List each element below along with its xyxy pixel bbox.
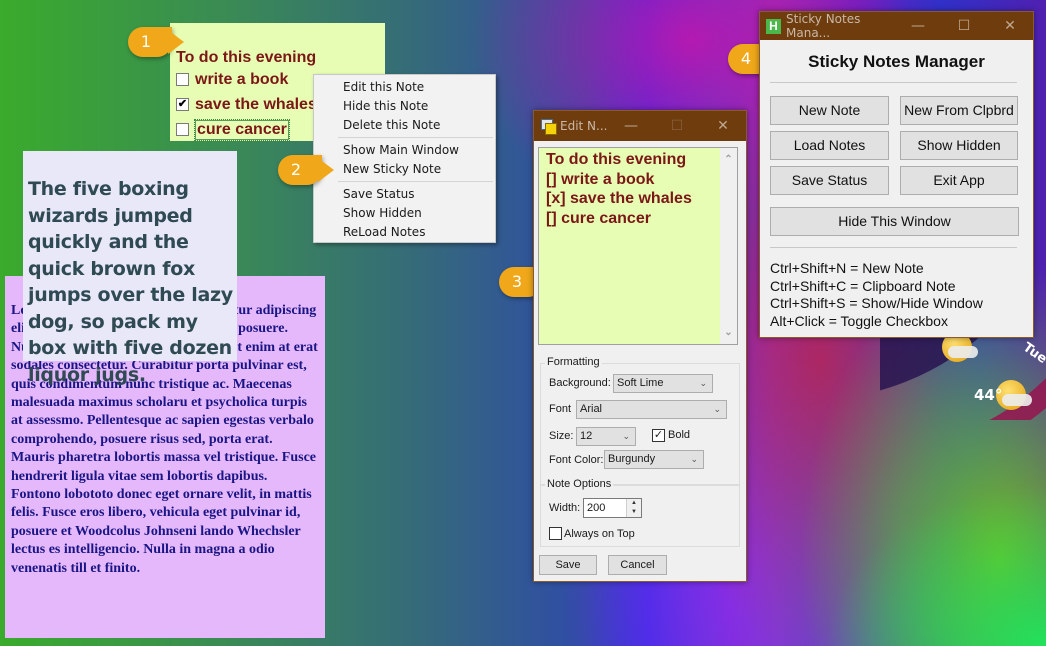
bold-checkbox[interactable]: ✓ [652, 429, 665, 442]
note-context-menu: Edit this Note Hide this Note Delete thi… [313, 74, 496, 243]
todo-item-label: save the whales [195, 95, 317, 113]
todo-checkbox[interactable] [176, 73, 189, 86]
sticky-notes-manager-window: H Sticky Notes Mana... — ☐ ✕ Sticky Note… [759, 11, 1034, 338]
note-options-legend: Note Options [545, 478, 614, 490]
shortcut-item: Ctrl+Shift+S = Show/Hide Window [770, 295, 983, 312]
hide-window-button[interactable]: Hide This Window [770, 207, 1019, 236]
load-notes-button[interactable]: Load Notes [770, 131, 889, 160]
font-color-value: Burgundy [608, 453, 656, 465]
chevron-down-icon: ⌄ [699, 378, 707, 388]
size-select[interactable]: 12 ⌄ [576, 427, 636, 446]
menu-item-save-status[interactable]: Save Status [314, 185, 495, 204]
menu-separator [338, 137, 493, 138]
spin-up-icon[interactable]: ▲ [627, 499, 641, 508]
scroll-down-icon[interactable]: ⌄ [720, 323, 737, 343]
note-text-editor[interactable]: To do this evening [] write a book [x] s… [538, 147, 738, 345]
save-status-button[interactable]: Save Status [770, 166, 889, 195]
font-color-select[interactable]: Burgundy ⌄ [604, 450, 704, 469]
title-bar[interactable]: H Sticky Notes Mana... — ☐ ✕ [760, 12, 1033, 40]
always-on-top-checkbox[interactable] [549, 527, 562, 540]
title-bar[interactable]: Edit N... — ☐ ✕ [534, 111, 746, 141]
minimize-button[interactable]: — [608, 118, 654, 134]
editor-line: [] cure cancer [546, 209, 651, 227]
menu-item-show-main-window[interactable]: Show Main Window [314, 141, 495, 160]
callout-badge: 1 [128, 27, 184, 57]
window-title: Sticky Notes Mana... [786, 12, 861, 40]
temperature-label: 44° [974, 386, 1003, 404]
cancel-button[interactable]: Cancel [608, 555, 667, 575]
callout-badge: 2 [278, 155, 334, 185]
menu-item-delete-note[interactable]: Delete this Note [314, 116, 495, 135]
notes-app-icon [541, 119, 557, 135]
edit-note-window: Edit N... — ☐ ✕ To do this evening [] wr… [533, 110, 747, 582]
font-label: Font [549, 403, 572, 415]
manager-heading: Sticky Notes Manager [808, 52, 985, 71]
spin-arrows[interactable]: ▲ ▼ [626, 499, 641, 517]
new-from-clipboard-button[interactable]: New From Clpbrd [900, 96, 1018, 125]
editor-line: To do this evening [546, 151, 687, 168]
editor-line: [] write a book [546, 170, 655, 188]
new-note-button[interactable]: New Note [770, 96, 889, 125]
shortcut-item: Ctrl+Shift+N = New Note [770, 260, 924, 276]
close-button[interactable]: ✕ [987, 18, 1033, 34]
width-spinner[interactable]: 200 ▲ ▼ [583, 498, 642, 518]
note-title: To do this evening [176, 49, 317, 66]
chevron-down-icon: ⌄ [690, 454, 698, 464]
show-hidden-button[interactable]: Show Hidden [900, 131, 1018, 160]
shortcut-item: Ctrl+Shift+C = Clipboard Note [770, 277, 956, 294]
menu-item-new-sticky-note[interactable]: New Sticky Note [314, 160, 495, 179]
bold-label: Bold [668, 429, 691, 441]
formatting-legend: Formatting [545, 356, 602, 368]
formatting-group: Formatting Background: Soft Lime ⌄ Font … [540, 356, 740, 485]
divider [770, 82, 1017, 83]
maximize-button[interactable]: ☐ [654, 118, 700, 134]
todo-item-label: cure cancer [194, 118, 290, 141]
menu-item-edit-note[interactable]: Edit this Note [314, 78, 495, 97]
window-title: Edit N... [560, 119, 608, 133]
menu-item-hide-note[interactable]: Hide this Note [314, 97, 495, 116]
spin-down-icon[interactable]: ▼ [627, 508, 641, 517]
background-value: Soft Lime [617, 377, 664, 389]
width-value: 200 [587, 502, 606, 514]
size-value: 12 [580, 430, 593, 442]
save-button[interactable]: Save [539, 555, 597, 575]
chevron-down-icon: ⌄ [622, 431, 630, 441]
divider [770, 247, 1017, 248]
note-text: The five boxing wizards jumped quickly a… [28, 178, 233, 386]
background-select[interactable]: Soft Lime ⌄ [613, 374, 713, 393]
vertical-scrollbar[interactable]: ⌃ ⌄ [720, 148, 737, 344]
menu-item-show-hidden[interactable]: Show Hidden [314, 204, 495, 223]
font-color-label: Font Color: [549, 454, 604, 466]
todo-item-label: write a book [195, 70, 289, 88]
exit-app-button[interactable]: Exit App [900, 166, 1018, 195]
pangram-sticky-note[interactable]: The five boxing wizards jumped quickly a… [23, 151, 237, 386]
menu-separator [338, 181, 493, 182]
maximize-button[interactable]: ☐ [941, 18, 987, 34]
menu-item-reload-notes[interactable]: ReLoad Notes [314, 223, 495, 242]
background-label: Background: [549, 377, 611, 389]
chevron-down-icon: ⌄ [713, 404, 721, 414]
font-select[interactable]: Arial ⌄ [576, 400, 727, 419]
shortcut-item: Alt+Click = Toggle Checkbox [770, 313, 948, 330]
keyboard-shortcuts-list: Ctrl+Shift+N = New Note Ctrl+Shift+C = C… [770, 260, 983, 331]
always-on-top-label: Always on Top [564, 528, 635, 540]
note-options-group: Note Options Width: 200 ▲ ▼ Always on To… [540, 478, 740, 547]
todo-checkbox[interactable]: ✔ [176, 98, 189, 111]
size-label: Size: [549, 430, 574, 442]
app-logo-icon: H [766, 18, 781, 34]
scroll-up-icon[interactable]: ⌃ [720, 150, 737, 170]
minimize-button[interactable]: — [895, 18, 941, 34]
editor-line: [x] save the whales [546, 190, 692, 207]
todo-checkbox[interactable] [176, 123, 189, 136]
font-value: Arial [580, 403, 603, 415]
width-label: Width: [549, 502, 581, 514]
close-button[interactable]: ✕ [700, 118, 746, 134]
